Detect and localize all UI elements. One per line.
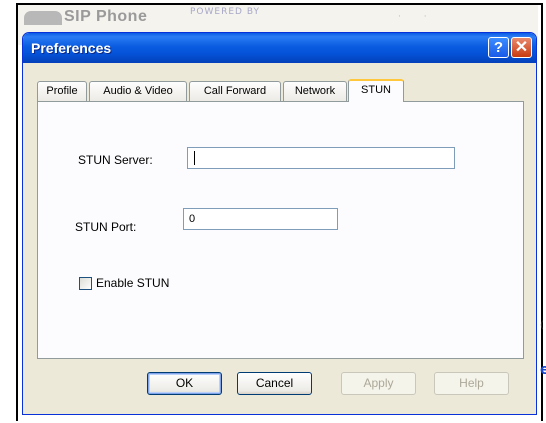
- enable-stun-label[interactable]: Enable STUN: [96, 276, 169, 290]
- dialog-titlebar[interactable]: Preferences ? ✕: [23, 33, 536, 63]
- tab-audio-video[interactable]: Audio & Video: [89, 81, 187, 101]
- background-side-link[interactable]: e: [540, 362, 546, 378]
- close-icon[interactable]: ✕: [511, 37, 532, 58]
- powered-by-text: POWERED BY: [190, 7, 261, 17]
- background-app-title: SIP Phone: [64, 8, 148, 25]
- tab-call-forward[interactable]: Call Forward: [189, 81, 281, 101]
- stun-tab-page: STUN Server: STUN Port: 0 Enable STUN: [37, 101, 524, 359]
- app-logo-icon: [24, 11, 62, 25]
- preferences-dialog: Preferences ? ✕ Profile Audio & Video Ca…: [22, 32, 537, 415]
- help-button[interactable]: Help: [434, 372, 509, 395]
- stun-server-input[interactable]: [187, 147, 455, 169]
- stun-server-label: STUN Server:: [78, 153, 153, 167]
- dialog-title: Preferences: [31, 40, 112, 56]
- ok-button[interactable]: OK: [147, 372, 222, 395]
- help-icon[interactable]: ?: [488, 37, 509, 58]
- enable-stun-checkbox[interactable]: [79, 277, 92, 290]
- tab-network[interactable]: Network: [283, 81, 347, 101]
- stun-port-input[interactable]: 0: [183, 208, 338, 230]
- cancel-button[interactable]: Cancel: [237, 372, 312, 395]
- apply-button[interactable]: Apply: [341, 372, 416, 395]
- tab-profile[interactable]: Profile: [37, 81, 87, 101]
- stun-port-label: STUN Port:: [75, 220, 137, 234]
- background-side-text: (: [540, 320, 544, 331]
- background-decoration: · ·: [398, 12, 427, 22]
- text-caret: [194, 151, 195, 165]
- tab-stun[interactable]: STUN: [348, 79, 404, 102]
